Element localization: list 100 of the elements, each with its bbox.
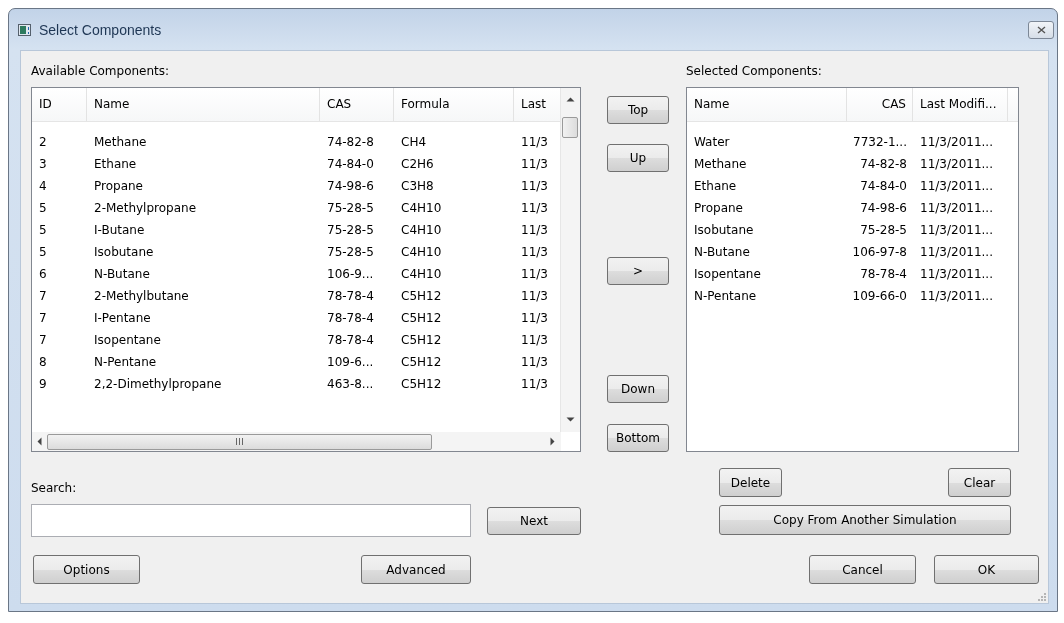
list-row[interactable]: 6 N-Butane 106-9... C4H10 11/3 bbox=[32, 263, 560, 285]
table-cell-text: 75-28-5 bbox=[326, 244, 375, 261]
table-cell-text: Isobutane bbox=[693, 222, 755, 239]
table-cell-text: 11/3/2011... bbox=[919, 288, 994, 305]
close-icon[interactable] bbox=[1036, 25, 1046, 34]
options-button[interactable]: Options bbox=[33, 555, 140, 584]
window-title: Select Components bbox=[39, 21, 162, 38]
list-row[interactable]: 7 I-Pentane 78-78-4 C5H12 11/3 bbox=[32, 307, 560, 329]
table-cell-text: 11/3/2011... bbox=[919, 134, 994, 151]
move-button[interactable]: > bbox=[607, 257, 669, 285]
scroll-down-icon[interactable] bbox=[566, 417, 575, 422]
ok-button[interactable]: OK bbox=[934, 555, 1039, 584]
move-button[interactable]: Top bbox=[607, 96, 669, 124]
table-cell-text: 11/3 bbox=[520, 244, 549, 261]
table-cell-text: C5H12 bbox=[400, 288, 443, 305]
table-cell-text: 106-97-8 bbox=[851, 244, 908, 261]
table-cell-text: C4H10 bbox=[400, 222, 443, 239]
move-button[interactable]: Bottom bbox=[607, 424, 669, 452]
list-row[interactable]: Water 7732-1... 11/3/2011... bbox=[687, 131, 1018, 153]
vertical-scrollbar[interactable] bbox=[560, 88, 580, 432]
table-cell-text: Propane bbox=[693, 200, 744, 217]
table-cell-text: 11/3/2011... bbox=[919, 222, 994, 239]
table-cell-text: C5H12 bbox=[400, 310, 443, 327]
table-cell-text: 74-84-0 bbox=[326, 156, 375, 173]
table-cell-text: 78-78-4 bbox=[326, 332, 375, 349]
table-cell-text: 11/3 bbox=[520, 354, 549, 371]
table-cell-text: Methane bbox=[693, 156, 748, 173]
list-row[interactable]: 7 2-Methylbutane 78-78-4 C5H12 11/3 bbox=[32, 285, 560, 307]
table-cell-text: N-Butane bbox=[693, 244, 751, 261]
table-cell-text: Methane bbox=[93, 134, 148, 151]
table-cell-text: I-Butane bbox=[93, 222, 146, 239]
table-cell-text: 74-98-6 bbox=[859, 200, 908, 217]
table-cell-text: 9 bbox=[38, 376, 48, 393]
copy-button[interactable]: Copy From Another Simulation bbox=[719, 505, 1011, 535]
move-button[interactable]: Up bbox=[607, 144, 669, 172]
table-cell-text: C4H10 bbox=[400, 266, 443, 283]
next-button[interactable]: Next bbox=[487, 506, 581, 535]
table-cell-text: 109-6... bbox=[326, 354, 375, 371]
resize-grip-icon[interactable] bbox=[1038, 593, 1046, 601]
scroll-thumb[interactable] bbox=[562, 117, 578, 138]
table-cell-text: 109-66-0 bbox=[851, 288, 908, 305]
table-cell-text: 11/3/2011... bbox=[919, 266, 994, 283]
close-button[interactable] bbox=[1028, 20, 1054, 39]
table-cell-text: N-Pentane bbox=[693, 288, 758, 305]
list-row[interactable]: Propane 74-98-6 11/3/2011... bbox=[687, 197, 1018, 219]
table-cell-text: 7 bbox=[38, 288, 48, 305]
table-cell-text: Isopentane bbox=[693, 266, 762, 283]
column-header[interactable]: CAS bbox=[320, 88, 394, 121]
list-row[interactable]: Isobutane 75-28-5 11/3/2011... bbox=[687, 219, 1018, 241]
list-row[interactable]: 7 Isopentane 78-78-4 C5H12 11/3 bbox=[32, 329, 560, 351]
delete-button[interactable]: Delete bbox=[719, 468, 782, 497]
clear-button[interactable]: Clear bbox=[948, 468, 1011, 497]
column-header[interactable]: Name bbox=[87, 88, 320, 121]
table-cell-text: Water bbox=[693, 134, 731, 151]
scroll-up-icon[interactable] bbox=[566, 97, 575, 102]
advanced-button[interactable]: Advanced bbox=[361, 555, 471, 584]
table-cell-text: 11/3 bbox=[520, 134, 549, 151]
table-cell-text: 2 bbox=[38, 134, 48, 151]
column-header[interactable]: Last bbox=[514, 88, 560, 121]
list-row[interactable]: 5 2-Methylpropane 75-28-5 C4H10 11/3 bbox=[32, 197, 560, 219]
table-cell-text: C5H12 bbox=[400, 376, 443, 393]
search-label: Search: bbox=[31, 481, 78, 497]
list-row[interactable]: 5 Isobutane 75-28-5 C4H10 11/3 bbox=[32, 241, 560, 263]
scroll-left-icon[interactable] bbox=[37, 437, 42, 446]
list-row[interactable]: 5 I-Butane 75-28-5 C4H10 11/3 bbox=[32, 219, 560, 241]
column-header[interactable]: CAS bbox=[847, 88, 913, 121]
list-row[interactable]: 4 Propane 74-98-6 C3H8 11/3 bbox=[32, 175, 560, 197]
table-cell-text: C4H10 bbox=[400, 244, 443, 261]
table-cell-text: C2H6 bbox=[400, 156, 435, 173]
cancel-button[interactable]: Cancel bbox=[809, 555, 916, 584]
table-cell-text: 74-98-6 bbox=[326, 178, 375, 195]
list-row[interactable]: N-Pentane 109-66-0 11/3/2011... bbox=[687, 285, 1018, 307]
list-row[interactable]: Methane 74-82-8 11/3/2011... bbox=[687, 153, 1018, 175]
table-cell-text: 11/3/2011... bbox=[919, 200, 994, 217]
horizontal-scrollbar[interactable] bbox=[32, 432, 561, 451]
column-header[interactable]: Name bbox=[687, 88, 847, 121]
scroll-thumb[interactable] bbox=[47, 433, 432, 450]
table-cell-text: N-Butane bbox=[93, 266, 151, 283]
list-row[interactable]: 2 Methane 74-82-8 CH4 11/3 bbox=[32, 131, 560, 153]
list-row[interactable]: Ethane 74-84-0 11/3/2011... bbox=[687, 175, 1018, 197]
list-label: Selected Components: bbox=[686, 63, 823, 80]
column-header[interactable]: Formula bbox=[394, 88, 514, 121]
table-cell-text: C5H12 bbox=[400, 354, 443, 371]
list-row[interactable]: N-Butane 106-97-8 11/3/2011... bbox=[687, 241, 1018, 263]
scroll-right-icon[interactable] bbox=[550, 437, 555, 446]
search-field[interactable] bbox=[31, 504, 471, 537]
list-row[interactable]: 8 N-Pentane 109-6... C5H12 11/3 bbox=[32, 351, 560, 373]
table-cell-text: 463-8... bbox=[326, 376, 375, 393]
table-cell-text: 106-9... bbox=[326, 266, 375, 283]
table-cell-text: 78-78-4 bbox=[859, 266, 908, 283]
column-header[interactable]: Last Modifi... bbox=[913, 88, 1008, 121]
list-row[interactable]: 3 Ethane 74-84-0 C2H6 11/3 bbox=[32, 153, 560, 175]
list-row[interactable]: 9 2,2-Dimethylpropane 463-8... C5H12 11/3 bbox=[32, 373, 560, 395]
table-cell-text: 11/3/2011... bbox=[919, 178, 994, 195]
table-cell-text: Isopentane bbox=[93, 332, 162, 349]
table-cell-text: 2-Methylbutane bbox=[93, 288, 190, 305]
table-cell-text: 11/3 bbox=[520, 156, 549, 173]
column-header[interactable]: ID bbox=[32, 88, 87, 121]
list-row[interactable]: Isopentane 78-78-4 11/3/2011... bbox=[687, 263, 1018, 285]
move-button[interactable]: Down bbox=[607, 375, 669, 403]
